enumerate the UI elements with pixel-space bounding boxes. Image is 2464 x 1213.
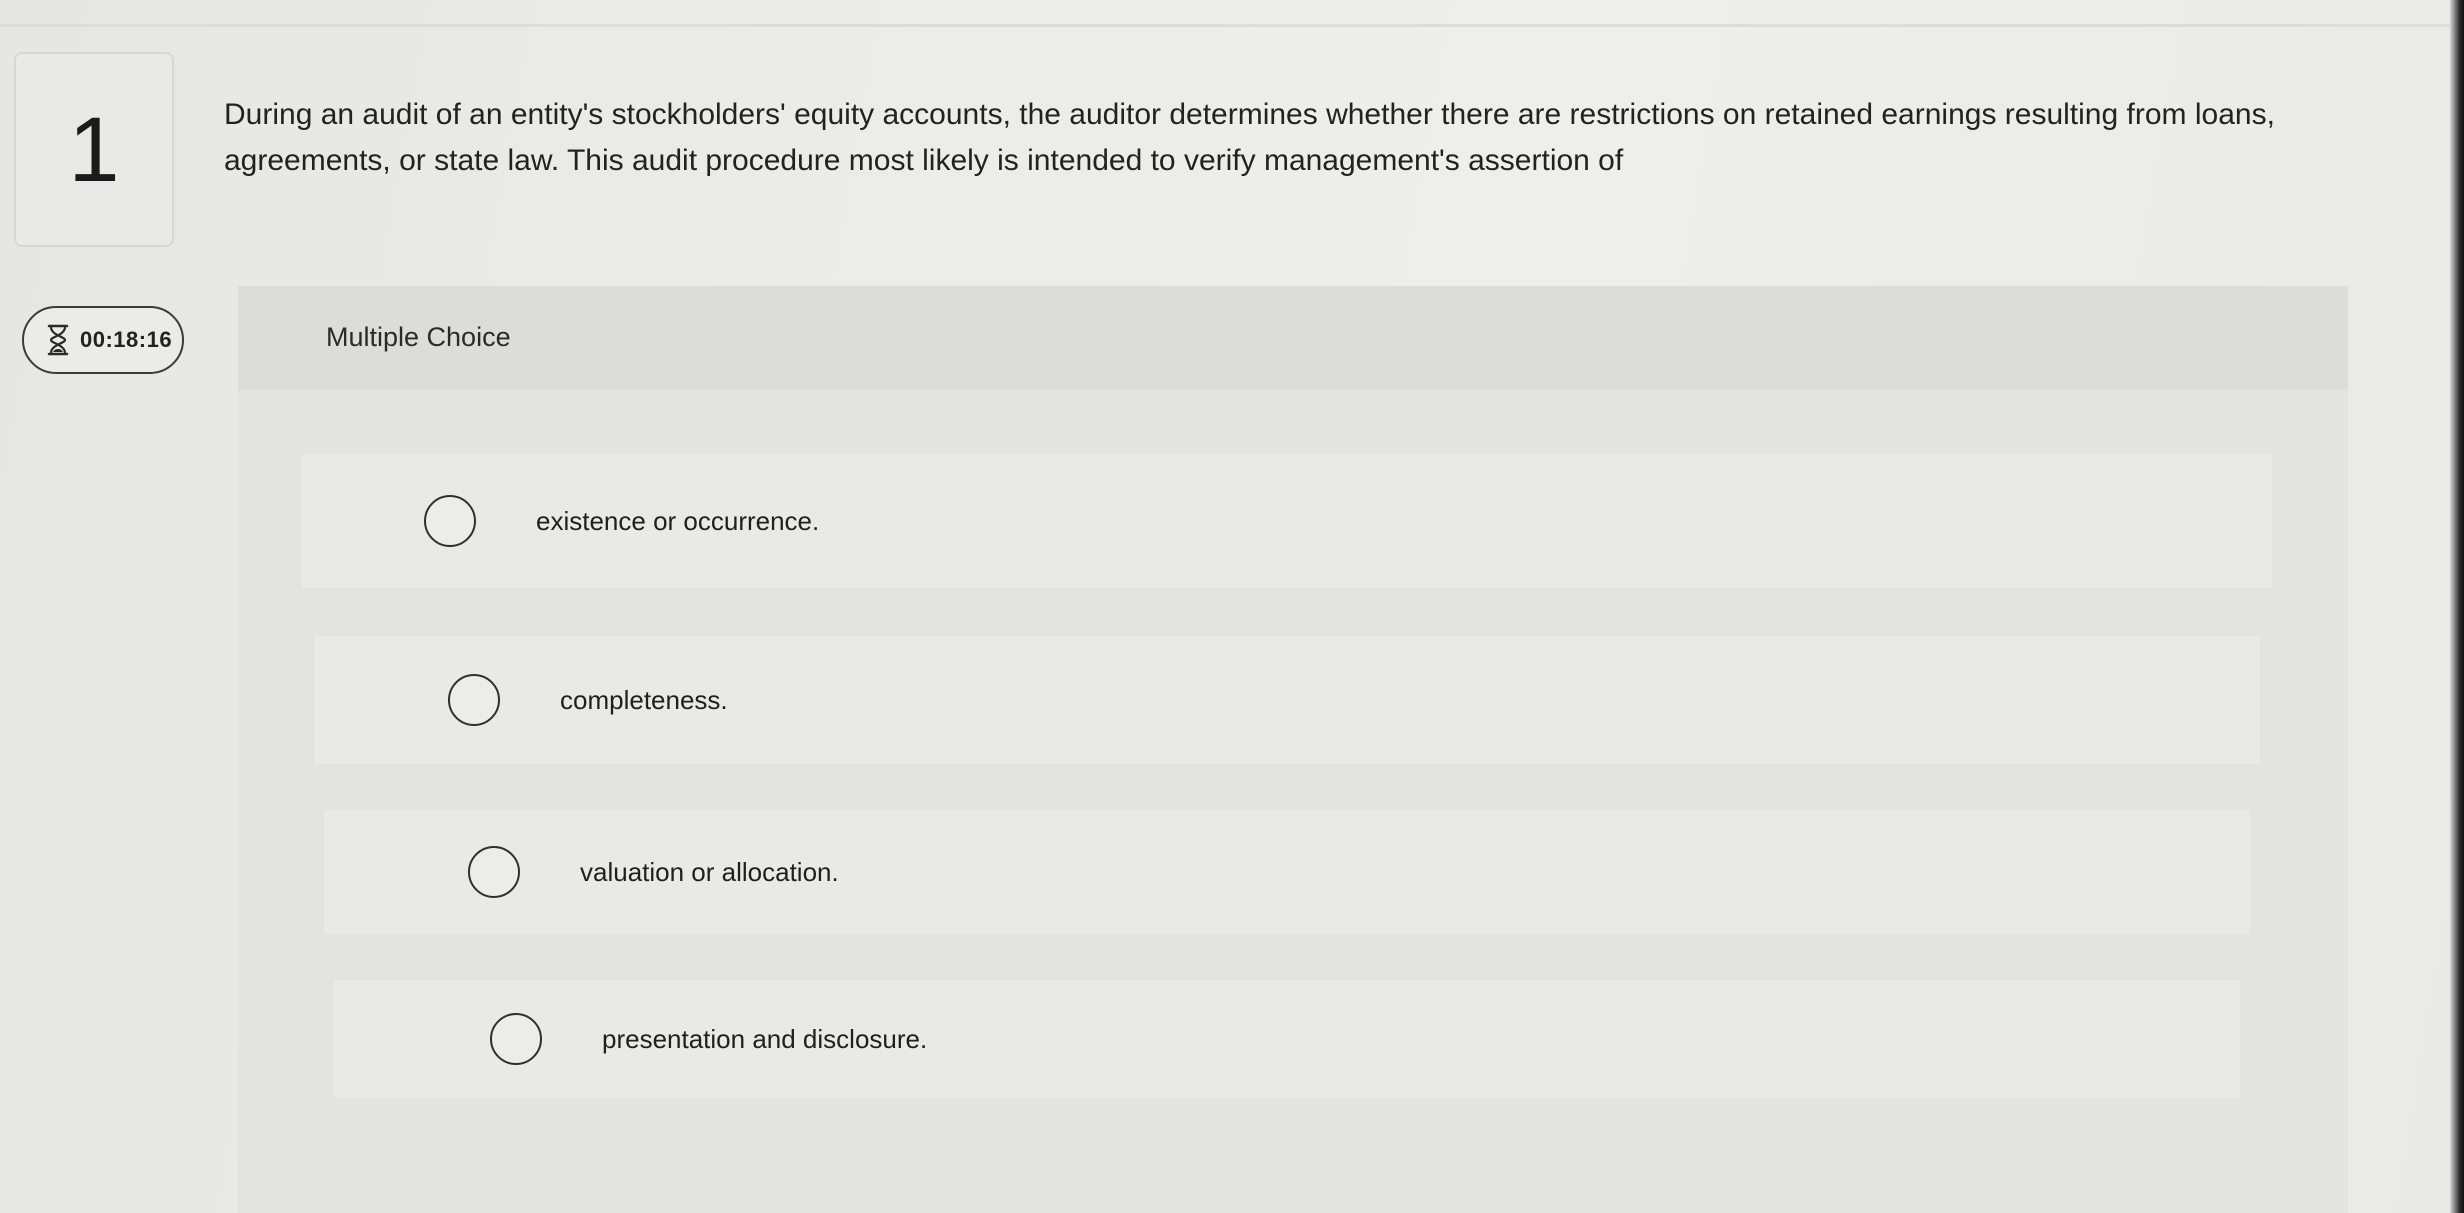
- question-text: During an audit of an entity's stockhold…: [224, 98, 2275, 177]
- radio-button[interactable]: [490, 1013, 542, 1065]
- radio-button[interactable]: [424, 495, 476, 547]
- question-number: 1: [68, 98, 120, 201]
- hourglass-icon: [46, 324, 70, 356]
- option-label: valuation or allocation.: [580, 856, 839, 887]
- question-number-box: 1: [14, 52, 174, 247]
- option-label: existence or occurrence.: [536, 505, 820, 536]
- screen-edge: [2450, 0, 2464, 1213]
- timer-badge[interactable]: 00:18:16: [22, 306, 184, 374]
- top-divider: [0, 24, 2464, 27]
- option-label: completeness.: [560, 684, 728, 715]
- timer-value: 00:18:16: [80, 327, 173, 352]
- radio-button[interactable]: [468, 846, 520, 898]
- answer-option[interactable]: presentation and disclosure.: [334, 980, 2240, 1098]
- radio-button[interactable]: [448, 674, 500, 726]
- answer-option[interactable]: completeness.: [314, 636, 2260, 764]
- answer-option[interactable]: existence or occurrence.: [302, 454, 2272, 588]
- panel-header: Multiple Choice: [238, 286, 2348, 390]
- answer-option[interactable]: valuation or allocation.: [324, 810, 2250, 934]
- question-type-label: Multiple Choice: [326, 322, 511, 352]
- option-label: presentation and disclosure.: [602, 1023, 928, 1054]
- answer-panel: Multiple Choice existence or occurrence.…: [238, 286, 2348, 1213]
